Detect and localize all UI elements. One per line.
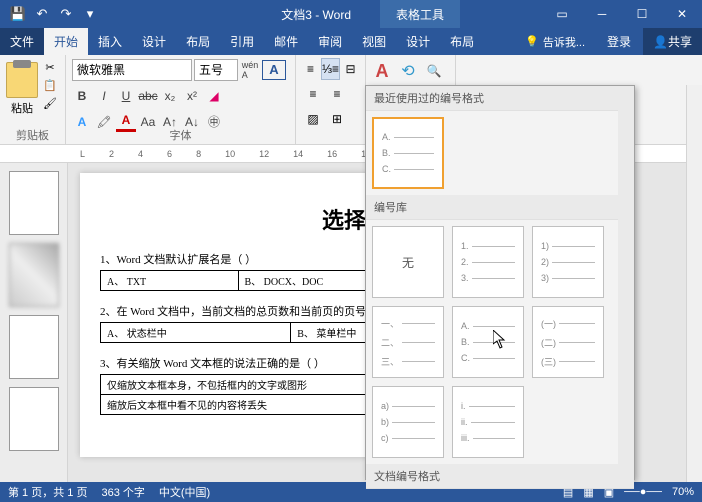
qat-more-icon[interactable]: ▾ (78, 2, 102, 26)
tab-layout[interactable]: 布局 (176, 28, 220, 55)
status-page[interactable]: 第 1 页，共 1 页 (8, 484, 87, 500)
bold-button[interactable]: B (72, 86, 92, 106)
borders-button[interactable]: ⊞ (326, 108, 348, 130)
numbering-option-chinese-paren[interactable]: (一)(二)(三) (532, 306, 604, 378)
numbering-option-123dot[interactable]: 1.2.3. (452, 226, 524, 298)
quick-styles-icon[interactable]: A (372, 61, 392, 81)
numbering-option-abc-lower[interactable]: a)b)c) (372, 386, 444, 458)
status-language[interactable]: 中文(中国) (159, 484, 210, 500)
change-styles-icon[interactable]: ⟲ (398, 61, 418, 81)
tab-insert[interactable]: 插入 (88, 28, 132, 55)
tab-table-design[interactable]: 设计 (396, 28, 440, 55)
vertical-scrollbar[interactable] (686, 85, 702, 482)
format-painter-icon[interactable]: 🖌 (40, 94, 60, 112)
tab-home[interactable]: 开始 (44, 28, 88, 55)
numbering-button[interactable]: ⅓≡ (321, 58, 340, 80)
redo-icon[interactable]: ↷ (54, 2, 78, 26)
tab-references[interactable]: 引用 (220, 28, 264, 55)
shading-button[interactable]: ▨ (302, 108, 324, 130)
numbering-dropdown: 最近使用过的编号格式 A.B.C. 编号库 无 1.2.3. 1)2)3) 一、… (365, 85, 635, 480)
tab-design[interactable]: 设计 (132, 28, 176, 55)
clear-format-icon[interactable]: ◢ (204, 86, 224, 106)
context-tab-table-tools: 表格工具 (380, 0, 460, 28)
share-button[interactable]: 👤 共享 (643, 28, 702, 55)
italic-button[interactable]: I (94, 86, 114, 106)
thumbnails-pane[interactable] (0, 163, 68, 482)
dropdown-scrollbar[interactable] (618, 86, 634, 479)
strikethrough-button[interactable]: abc (138, 86, 158, 106)
clipboard-icon (6, 62, 38, 98)
font-size-combo[interactable]: 五号 (194, 59, 238, 81)
find-icon[interactable]: 🔍 (424, 61, 444, 81)
maximize-icon[interactable]: ☐ (622, 0, 662, 28)
multilevel-list-button[interactable]: ⊟ (342, 58, 359, 80)
save-icon[interactable]: 💾 (6, 2, 30, 26)
copy-icon[interactable]: 📋 (40, 76, 60, 94)
login-button[interactable]: 登录 (595, 28, 643, 55)
tell-me[interactable]: 💡 告诉我... (515, 28, 595, 55)
zoom-level[interactable]: 70% (672, 486, 694, 498)
numbering-option-recent-abc[interactable]: A.B.C. (372, 117, 444, 189)
dd-section-doc-formats: 文档编号格式 (366, 464, 634, 489)
tab-review[interactable]: 审阅 (308, 28, 352, 55)
tab-mailings[interactable]: 邮件 (264, 28, 308, 55)
tab-file[interactable]: 文件 (0, 28, 44, 55)
phonetic-guide-icon[interactable]: wénA (240, 60, 260, 80)
font-name-combo[interactable]: 微软雅黑 (72, 59, 192, 81)
numbering-option-chinese[interactable]: 一、二、三、 (372, 306, 444, 378)
align-left-button[interactable]: ≡ (302, 83, 324, 105)
thumbnail[interactable] (9, 387, 59, 451)
dd-section-library: 编号库 (366, 195, 634, 220)
tab-table-layout[interactable]: 布局 (440, 28, 484, 55)
minimize-icon[interactable]: ─ (582, 0, 622, 28)
bullets-button[interactable]: ≡ (302, 58, 319, 80)
cut-icon[interactable]: ✂ (40, 58, 60, 76)
status-wordcount[interactable]: 363 个字 (101, 484, 144, 500)
dd-section-recent: 最近使用过的编号格式 (366, 86, 634, 111)
underline-button[interactable]: U (116, 86, 136, 106)
window-title: 文档3 - Word (281, 6, 351, 23)
char-border-icon[interactable]: A (262, 60, 286, 80)
numbering-option-none[interactable]: 无 (372, 226, 444, 298)
thumbnail[interactable] (9, 171, 59, 235)
superscript-button[interactable]: x² (182, 86, 202, 106)
undo-icon[interactable]: ↶ (30, 2, 54, 26)
group-font: 字体 (66, 127, 295, 143)
thumbnail[interactable] (9, 315, 59, 379)
ribbon-options-icon[interactable]: ▭ (542, 0, 582, 28)
paste-button[interactable]: 粘贴 (6, 58, 38, 116)
group-clipboard: 剪贴板 (0, 127, 65, 143)
tab-view[interactable]: 视图 (352, 28, 396, 55)
thumbnail[interactable] (9, 243, 59, 307)
close-icon[interactable]: ✕ (662, 0, 702, 28)
subscript-button[interactable]: x₂ (160, 86, 180, 106)
numbering-option-123paren[interactable]: 1)2)3) (532, 226, 604, 298)
align-center-button[interactable]: ≡ (326, 83, 348, 105)
numbering-option-abc-upper[interactable]: A.B.C. (452, 306, 524, 378)
numbering-option-roman-lower[interactable]: i.ii.iii. (452, 386, 524, 458)
